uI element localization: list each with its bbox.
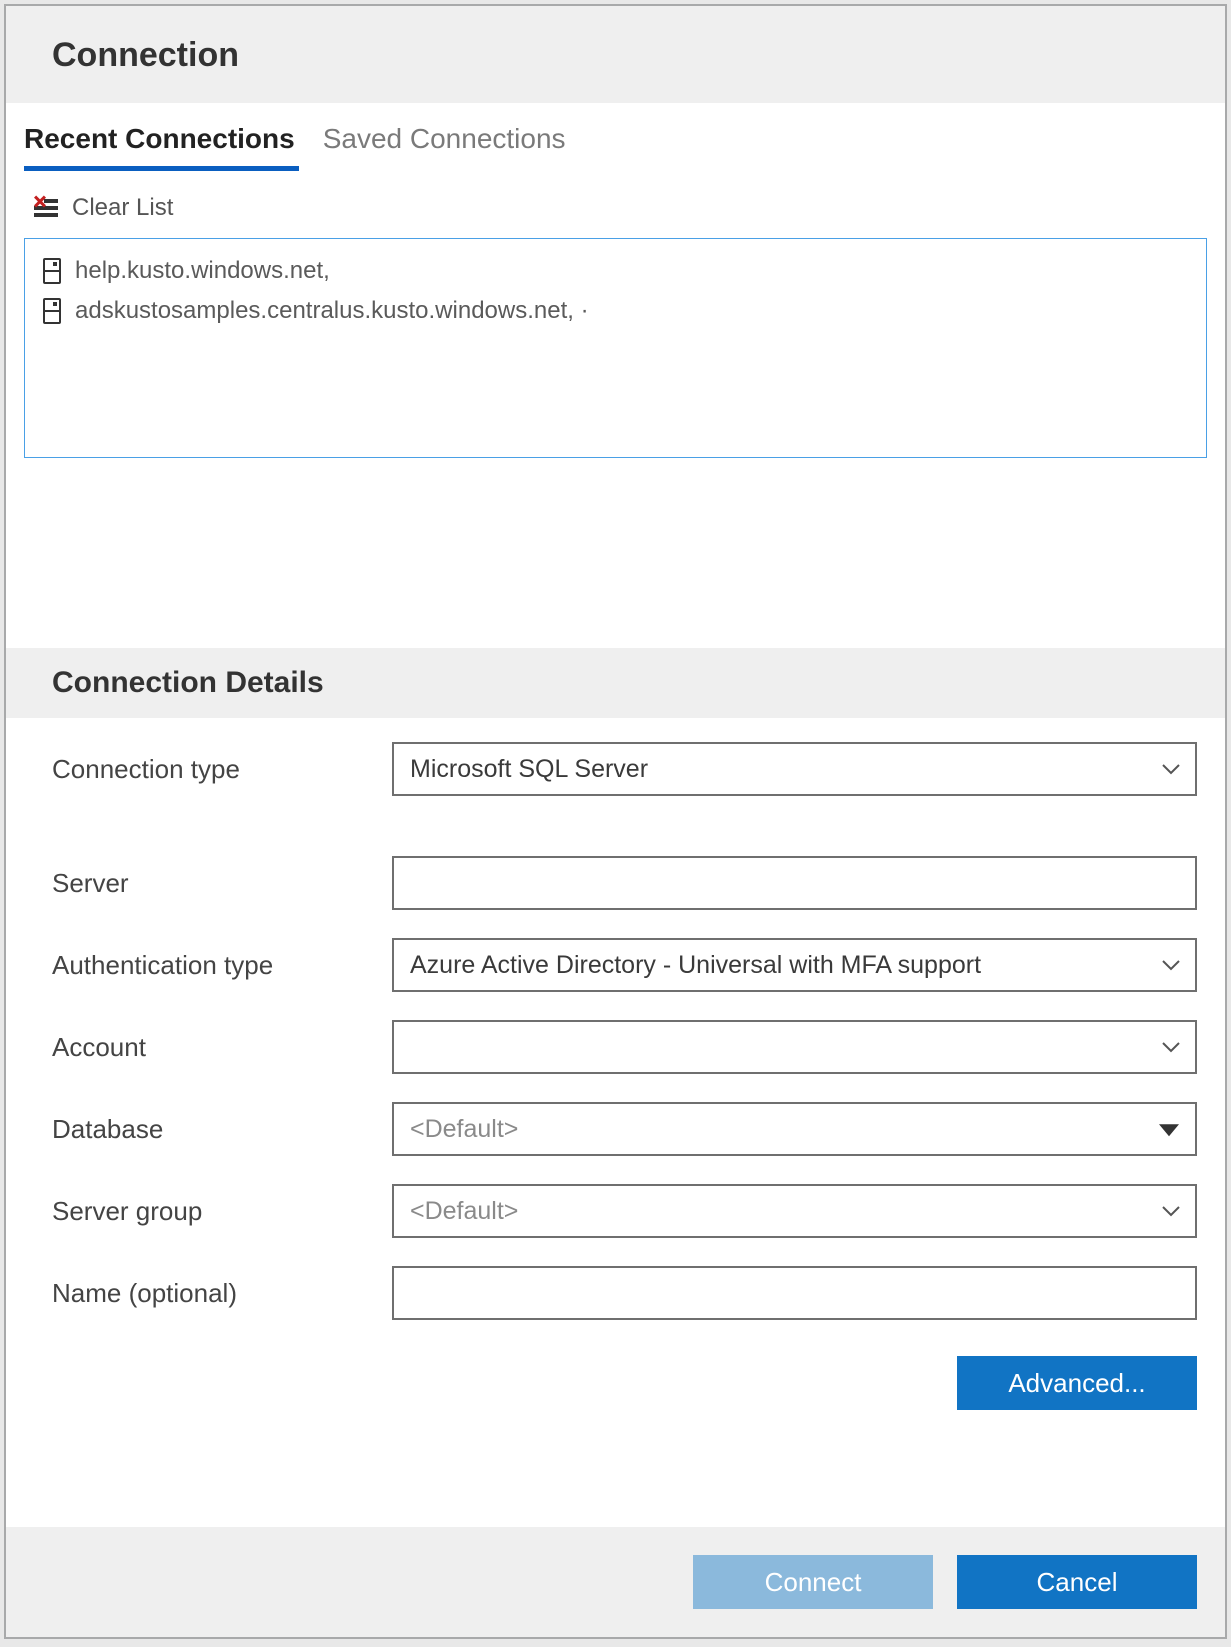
clear-list-button[interactable]: Clear List xyxy=(6,170,1225,238)
button-label: Cancel xyxy=(1037,1567,1118,1598)
chevron-down-icon xyxy=(1161,1204,1181,1218)
label-name: Name (optional) xyxy=(52,1278,392,1309)
label-server-group: Server group xyxy=(52,1196,392,1227)
tab-recent-connections[interactable]: Recent Connections xyxy=(24,123,295,169)
chevron-down-icon xyxy=(1161,1040,1181,1054)
advanced-row: Advanced... xyxy=(6,1356,1225,1444)
dialog-header: Connection xyxy=(6,6,1225,103)
chevron-down-icon xyxy=(1161,958,1181,972)
tab-label: Recent Connections xyxy=(24,123,295,154)
connection-dialog: Connection Recent Connections Saved Conn… xyxy=(4,4,1227,1639)
row-name: Name (optional) xyxy=(52,1266,1197,1320)
connect-button[interactable]: Connect xyxy=(693,1555,933,1609)
label-auth-type: Authentication type xyxy=(52,950,392,981)
advanced-button[interactable]: Advanced... xyxy=(957,1356,1197,1410)
list-item[interactable]: adskustosamples.centralus.kusto.windows.… xyxy=(39,291,1192,331)
cancel-button[interactable]: Cancel xyxy=(957,1555,1197,1609)
auth-type-select[interactable]: Azure Active Directory - Universal with … xyxy=(392,938,1197,992)
database-select[interactable]: <Default> xyxy=(392,1102,1197,1156)
recent-connections-list[interactable]: help.kusto.windows.net, adskustosamples.… xyxy=(24,238,1207,458)
row-database: Database <Default> xyxy=(52,1102,1197,1156)
server-icon xyxy=(43,258,61,284)
row-server: Server xyxy=(52,856,1197,910)
list-item[interactable]: help.kusto.windows.net, xyxy=(39,251,1192,291)
caret-down-icon xyxy=(1159,1124,1179,1136)
tab-saved-connections[interactable]: Saved Connections xyxy=(323,123,566,169)
button-label: Advanced... xyxy=(1008,1368,1145,1399)
connection-label: adskustosamples.centralus.kusto.windows.… xyxy=(75,297,589,325)
name-value xyxy=(392,1266,1197,1320)
server-icon xyxy=(43,298,61,324)
connection-type-value: Microsoft SQL Server xyxy=(392,742,1197,796)
row-account: Account xyxy=(52,1020,1197,1074)
server-group-value: <Default> xyxy=(392,1184,1197,1238)
spacer xyxy=(6,458,1225,648)
clear-list-icon xyxy=(34,197,58,219)
account-select[interactable] xyxy=(392,1020,1197,1074)
row-server-group: Server group <Default> xyxy=(52,1184,1197,1238)
label-connection-type: Connection type xyxy=(52,754,392,785)
connection-type-select[interactable]: Microsoft SQL Server xyxy=(392,742,1197,796)
server-input[interactable] xyxy=(392,856,1197,910)
auth-type-value: Azure Active Directory - Universal with … xyxy=(392,938,1197,992)
label-server: Server xyxy=(52,868,392,899)
clear-list-label: Clear List xyxy=(72,194,173,222)
connection-details-form: Connection type Microsoft SQL Server Ser… xyxy=(6,718,1225,1356)
connection-details-header: Connection Details xyxy=(6,648,1225,718)
row-auth-type: Authentication type Azure Active Directo… xyxy=(52,938,1197,992)
button-label: Connect xyxy=(765,1567,862,1598)
database-value: <Default> xyxy=(392,1102,1197,1156)
server-value xyxy=(392,856,1197,910)
connection-tabs: Recent Connections Saved Connections xyxy=(6,103,1225,170)
row-connection-type: Connection type Microsoft SQL Server xyxy=(52,742,1197,796)
label-database: Database xyxy=(52,1114,392,1145)
tab-label: Saved Connections xyxy=(323,123,566,154)
name-input[interactable] xyxy=(392,1266,1197,1320)
account-value xyxy=(392,1020,1197,1074)
server-group-select[interactable]: <Default> xyxy=(392,1184,1197,1238)
dialog-footer: Connect Cancel xyxy=(6,1527,1225,1637)
chevron-down-icon xyxy=(1161,762,1181,776)
dialog-title: Connection xyxy=(52,36,1179,75)
label-account: Account xyxy=(52,1032,392,1063)
section-title: Connection Details xyxy=(52,666,1179,700)
connection-label: help.kusto.windows.net, xyxy=(75,257,330,285)
